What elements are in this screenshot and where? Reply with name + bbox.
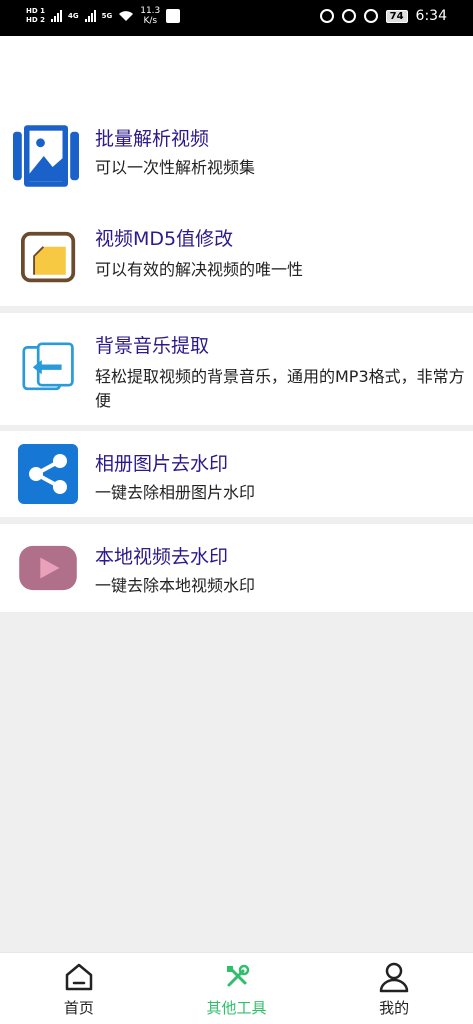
hd1-label: HD 1 (26, 7, 45, 15)
tab-label: 其他工具 (206, 999, 267, 1017)
list-item-video-watermark[interactable]: 本地视频去水印 一键去除本地视频水印 (0, 524, 473, 612)
item-title: 本地视频去水印 (95, 546, 229, 568)
list-item-batch-parse[interactable]: 批量解析视频 可以一次性解析视频集 (0, 108, 473, 204)
item-subtitle: 可以一次性解析视频集 (95, 158, 256, 177)
user-icon (379, 962, 409, 993)
item-title: 相册图片去水印 (95, 453, 229, 475)
list-item-bgm-extract[interactable]: 背景音乐提取 轻松提取视频的背景音乐，通用的MP3格式，非常方便 (0, 313, 473, 425)
hd2-label: HD 2 (26, 16, 45, 24)
tab-label: 首页 (63, 999, 94, 1017)
extract-icon (22, 342, 74, 391)
network-speed: 11.3 K/s (140, 6, 160, 26)
home-icon (65, 963, 93, 991)
item-subtitle: 可以有效的解决视频的唯一性 (95, 260, 304, 279)
signal-icon (84, 10, 96, 22)
clock: 6:34 (415, 8, 447, 24)
bottom-tab-bar: 首页 其他工具 我的 (0, 952, 473, 1024)
status-bar: HD 1 HD 2 4G 5G 11.3 K/s 74 6:34 (0, 0, 473, 36)
hd-indicator: HD 1 HD 2 (26, 7, 45, 25)
app-notification-icon (166, 9, 181, 23)
list-item-md5-modify[interactable]: 视频MD5值修改 可以有效的解决视频的唯一性 (0, 210, 473, 306)
net1-label: 4G (67, 11, 79, 20)
tools-icon (226, 964, 249, 987)
folder-icon (20, 231, 76, 283)
speedometer-icon (363, 9, 378, 23)
signal-icon (50, 10, 62, 22)
net2-label: 5G (101, 11, 113, 20)
tab-label: 我的 (379, 999, 410, 1017)
tab-other-tools[interactable]: 其他工具 (158, 953, 316, 1024)
play-icon (19, 545, 77, 591)
image-gallery-icon (13, 125, 79, 187)
item-title: 批量解析视频 (95, 128, 210, 150)
speed-value: 11.3 (140, 6, 161, 16)
item-title: 视频MD5值修改 (95, 228, 234, 250)
item-subtitle: 轻松提取视频的背景音乐，通用的MP3格式，非常方便 (95, 367, 465, 410)
alarm-icon (319, 9, 334, 23)
share-icon (18, 444, 78, 504)
tab-home[interactable]: 首页 (0, 953, 158, 1024)
item-subtitle: 一键去除本地视频水印 (95, 576, 256, 595)
mute-icon (341, 9, 356, 23)
item-subtitle: 一键去除相册图片水印 (95, 483, 256, 502)
tab-mine[interactable]: 我的 (315, 953, 473, 1024)
item-title: 背景音乐提取 (95, 335, 210, 357)
wifi-icon (119, 11, 134, 21)
list-item-photo-watermark[interactable]: 相册图片去水印 一键去除相册图片水印 (0, 431, 473, 517)
battery-icon: 74 (385, 9, 408, 23)
speed-unit: K/s (143, 16, 158, 26)
